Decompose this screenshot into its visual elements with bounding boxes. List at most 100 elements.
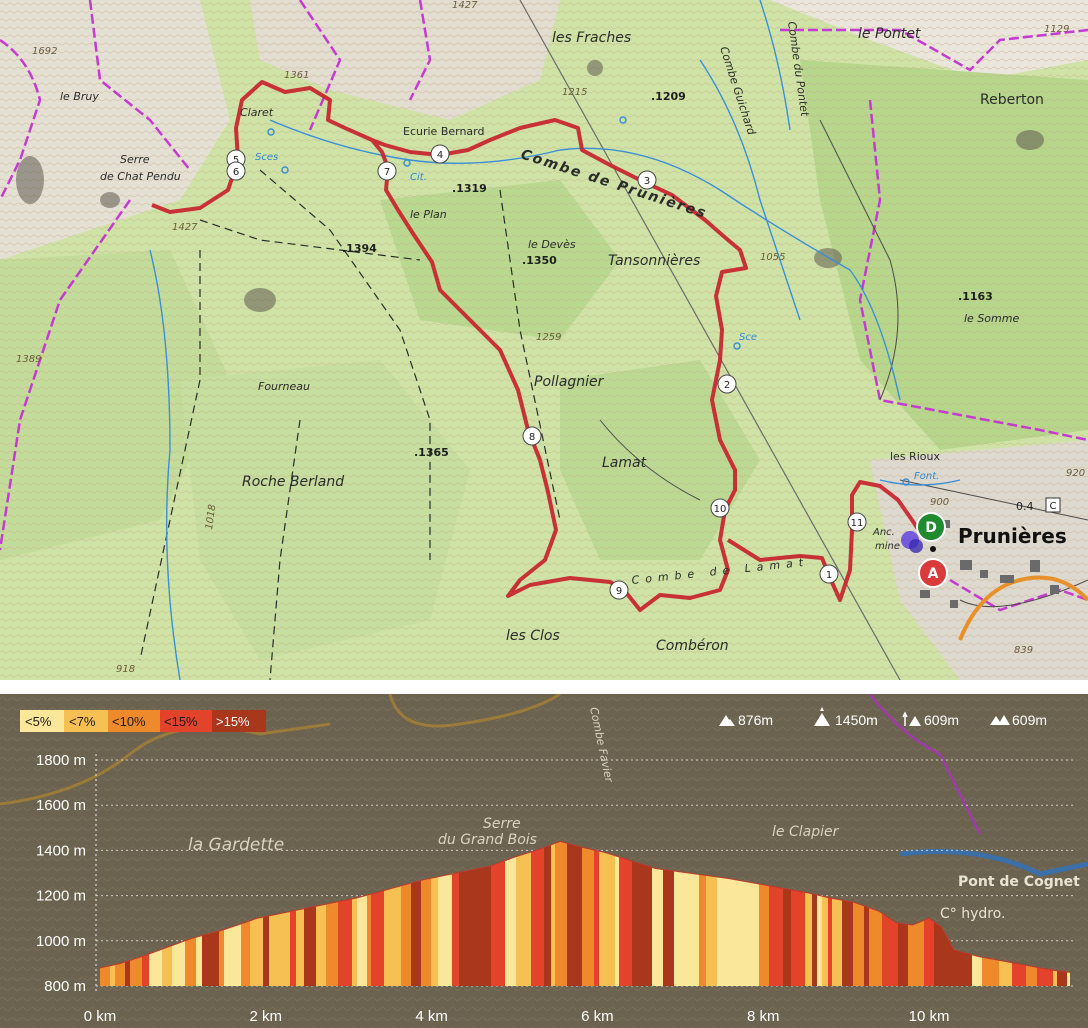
x-tick-label: 0 km xyxy=(84,1008,117,1025)
panel-divider xyxy=(0,680,1088,694)
x-tick-label: 10 km xyxy=(909,1008,950,1025)
waypoint-2[interactable]: 2 xyxy=(717,374,737,394)
y-tick-label: 1000 m xyxy=(36,933,86,950)
departure-marker[interactable]: D xyxy=(916,512,946,542)
y-tick-label: 800 m xyxy=(44,978,86,995)
spot-height: .1394 xyxy=(342,242,377,255)
label-cit: Cit. xyxy=(410,172,427,183)
spot-height: 900 xyxy=(930,497,949,508)
elevation-profile[interactable]: la Gardette Serre du Grand Bois le Clapi… xyxy=(0,694,1088,1028)
spot-height: .1365 xyxy=(414,446,449,459)
label-lamat: Lamat xyxy=(602,455,647,471)
spot-height: .1163 xyxy=(958,290,993,303)
spot-height: 918 xyxy=(116,664,135,675)
svg-text:7: 7 xyxy=(384,167,390,178)
spot-height: 0.4 xyxy=(1016,500,1034,513)
y-tick-label: 1600 m xyxy=(36,797,86,814)
spot-height: 920 xyxy=(1066,468,1085,479)
departure-marker-letter: D xyxy=(925,520,937,536)
x-tick-label: 2 km xyxy=(250,1008,283,1025)
stat-descent: 609m xyxy=(1012,712,1047,728)
svg-text:2: 2 xyxy=(724,380,730,391)
waypoint-6[interactable]: 6 xyxy=(226,161,246,181)
label-reberton: Reberton xyxy=(980,92,1044,108)
svg-text:6: 6 xyxy=(233,167,239,178)
bg-label-la-gardette: la Gardette xyxy=(188,835,284,855)
label-serre: Serre xyxy=(120,153,150,166)
spot-height: 1215 xyxy=(562,87,587,98)
stat-ascent: 876m xyxy=(738,712,773,728)
spot-height: .1350 xyxy=(522,254,557,267)
topographic-map[interactable]: les Fraches le Pontet Reberton le Bruy S… xyxy=(0,0,1088,680)
waypoint-8[interactable]: 8 xyxy=(522,426,542,446)
label-le-somme: le Somme xyxy=(964,312,1019,325)
spot-height: 1361 xyxy=(284,70,309,81)
label-le-pontet: le Pontet xyxy=(858,26,921,42)
svg-text:1: 1 xyxy=(826,570,832,581)
label-les-clos: les Clos xyxy=(506,628,560,644)
label-les-rioux: les Rioux xyxy=(890,450,940,463)
spot-height: .1209 xyxy=(651,90,686,103)
stat-max-altitude: 1450m xyxy=(835,712,878,728)
y-tick-label: 1200 m xyxy=(36,888,86,905)
spot-height: 1259 xyxy=(536,332,561,343)
spot-height: 1427 xyxy=(172,222,198,233)
label-les-fraches: les Fraches xyxy=(552,30,631,46)
elevation-profile-chart[interactable]: la Gardette Serre du Grand Bois le Clapi… xyxy=(0,694,1088,1028)
bg-label-serre: Serre xyxy=(483,816,521,832)
label-ecurie-bernard: Ecurie Bernard xyxy=(403,125,484,138)
spot-height: 1055 xyxy=(760,252,785,263)
waypoint-7[interactable]: 7 xyxy=(377,161,397,181)
waypoint-11[interactable]: 11 xyxy=(847,512,867,532)
waypoint-1[interactable]: 1 xyxy=(819,564,839,584)
label-font: Font. xyxy=(914,471,939,482)
label-anc: Anc. xyxy=(872,527,895,538)
svg-text:9: 9 xyxy=(616,586,622,597)
bg-label-du-grand-bois: du Grand Bois xyxy=(438,832,537,848)
legend-label-gt15: >15% xyxy=(216,714,250,729)
label-sce: Sce xyxy=(739,332,757,343)
spot-height: 1427 xyxy=(452,0,478,11)
label-prunieres: Prunières xyxy=(958,524,1067,548)
waypoint-4[interactable]: 4 xyxy=(430,144,450,164)
label-comberon: Combéron xyxy=(656,638,729,654)
label-claret: Claret xyxy=(240,106,274,119)
label-sces: Sces xyxy=(255,152,278,163)
x-tick-label: 8 km xyxy=(747,1008,780,1025)
label-le-plan: le Plan xyxy=(410,208,447,221)
svg-text:4: 4 xyxy=(437,150,443,161)
svg-text:3: 3 xyxy=(644,176,650,187)
bg-label-c-hydro: C° hydro. xyxy=(940,906,1006,922)
waypoint-10[interactable]: 10 xyxy=(710,498,730,518)
y-tick-label: 1400 m xyxy=(36,842,86,859)
spot-height: 1129 xyxy=(1044,24,1069,35)
spot-height: .1319 xyxy=(452,182,487,195)
svg-text:10: 10 xyxy=(714,504,727,515)
label-roche-berland: Roche Berland xyxy=(242,474,344,490)
bg-label-pont-de-cognet: Pont de Cognet xyxy=(958,874,1080,890)
label-pollagnier: Pollagnier xyxy=(534,374,605,390)
label-mine: mine xyxy=(875,541,900,552)
y-tick-label: 1800 m xyxy=(36,752,86,769)
legend-label-lt7: <7% xyxy=(69,714,96,729)
start-point-dot xyxy=(930,546,936,552)
waypoint-3[interactable]: 3 xyxy=(637,170,657,190)
label-le-bruy: le Bruy xyxy=(60,90,99,103)
spot-height: 1692 xyxy=(32,46,57,57)
arrival-marker-letter: A xyxy=(928,566,939,582)
map-canvas[interactable]: les Fraches le Pontet Reberton le Bruy S… xyxy=(0,0,1088,680)
slope-legend: <5% <7% <10% <15% >15% xyxy=(20,710,266,732)
legend-label-lt15: <15% xyxy=(164,714,198,729)
label-tansonnieres: Tansonnières xyxy=(608,253,700,269)
label-le-deves: le Devès xyxy=(528,238,576,251)
waypoint-9[interactable]: 9 xyxy=(609,580,629,600)
bg-label-le-clapier: le Clapier xyxy=(772,824,840,840)
svg-text:11: 11 xyxy=(851,518,864,529)
x-tick-label: 4 km xyxy=(415,1008,448,1025)
arrival-marker[interactable]: A xyxy=(918,558,948,588)
label-de-chat-pendu: de Chat Pendu xyxy=(100,170,181,183)
legend-label-lt5: <5% xyxy=(25,714,52,729)
parking-sign-letter: C xyxy=(1050,501,1057,512)
svg-text:8: 8 xyxy=(529,432,535,443)
spot-height: 839 xyxy=(1014,645,1033,656)
